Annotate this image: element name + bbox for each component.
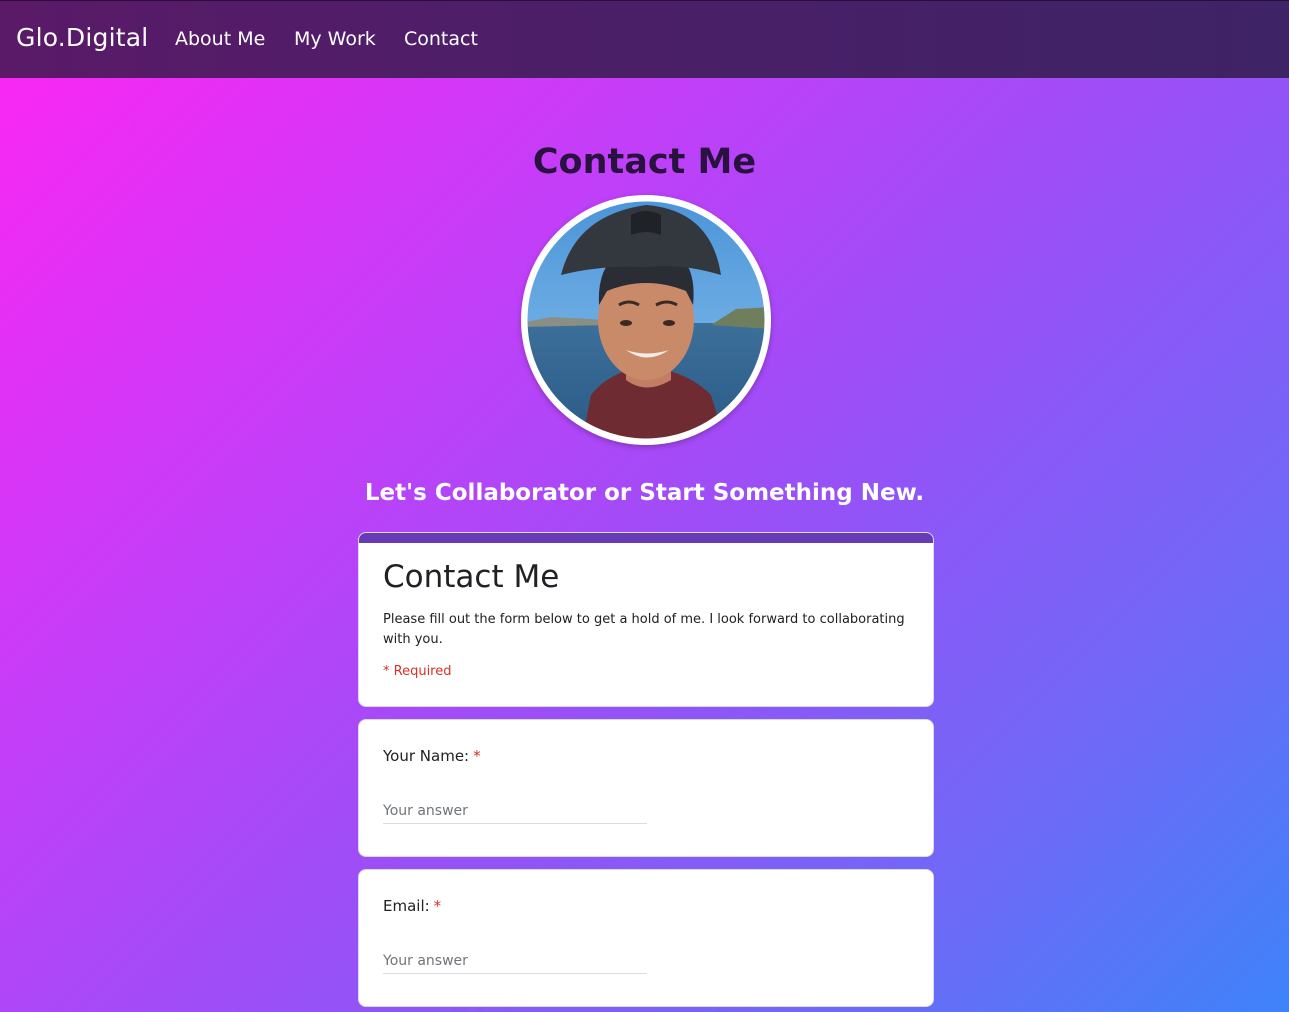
email-answer-input[interactable]	[383, 948, 647, 974]
profile-avatar	[521, 195, 771, 445]
form-accent-bar	[359, 533, 933, 543]
tagline-heading: Let's Collaborator or Start Something Ne…	[364, 480, 925, 506]
question-card-name: Your Name: *	[358, 719, 934, 857]
profile-photo-image	[522, 196, 770, 444]
nav-link-my-work[interactable]: My Work	[294, 28, 376, 50]
name-answer-input[interactable]	[383, 798, 647, 824]
question-label-email: Email: *	[383, 897, 441, 915]
brand-logo-link[interactable]: Glo.Digital	[16, 23, 148, 52]
question-card-email: Email: *	[358, 869, 934, 1007]
required-asterisk: *	[473, 747, 481, 765]
page-title: Contact Me	[532, 142, 757, 182]
question-label-text: Email:	[383, 897, 430, 915]
question-label-text: Your Name:	[383, 747, 470, 765]
required-asterisk: *	[433, 897, 442, 915]
question-label-name: Your Name: *	[383, 747, 481, 765]
required-note: * Required	[383, 664, 452, 679]
form-title: Contact Me	[383, 559, 560, 595]
nav-link-about-me[interactable]: About Me	[175, 28, 265, 50]
form-description: Please fill out the form below to get a …	[383, 612, 905, 647]
navbar: Glo.Digital About Me My Work Contact	[0, 0, 1289, 78]
form-header-card: Contact Me Please fill out the form belo…	[358, 532, 934, 707]
nav-link-contact[interactable]: Contact	[404, 28, 478, 50]
